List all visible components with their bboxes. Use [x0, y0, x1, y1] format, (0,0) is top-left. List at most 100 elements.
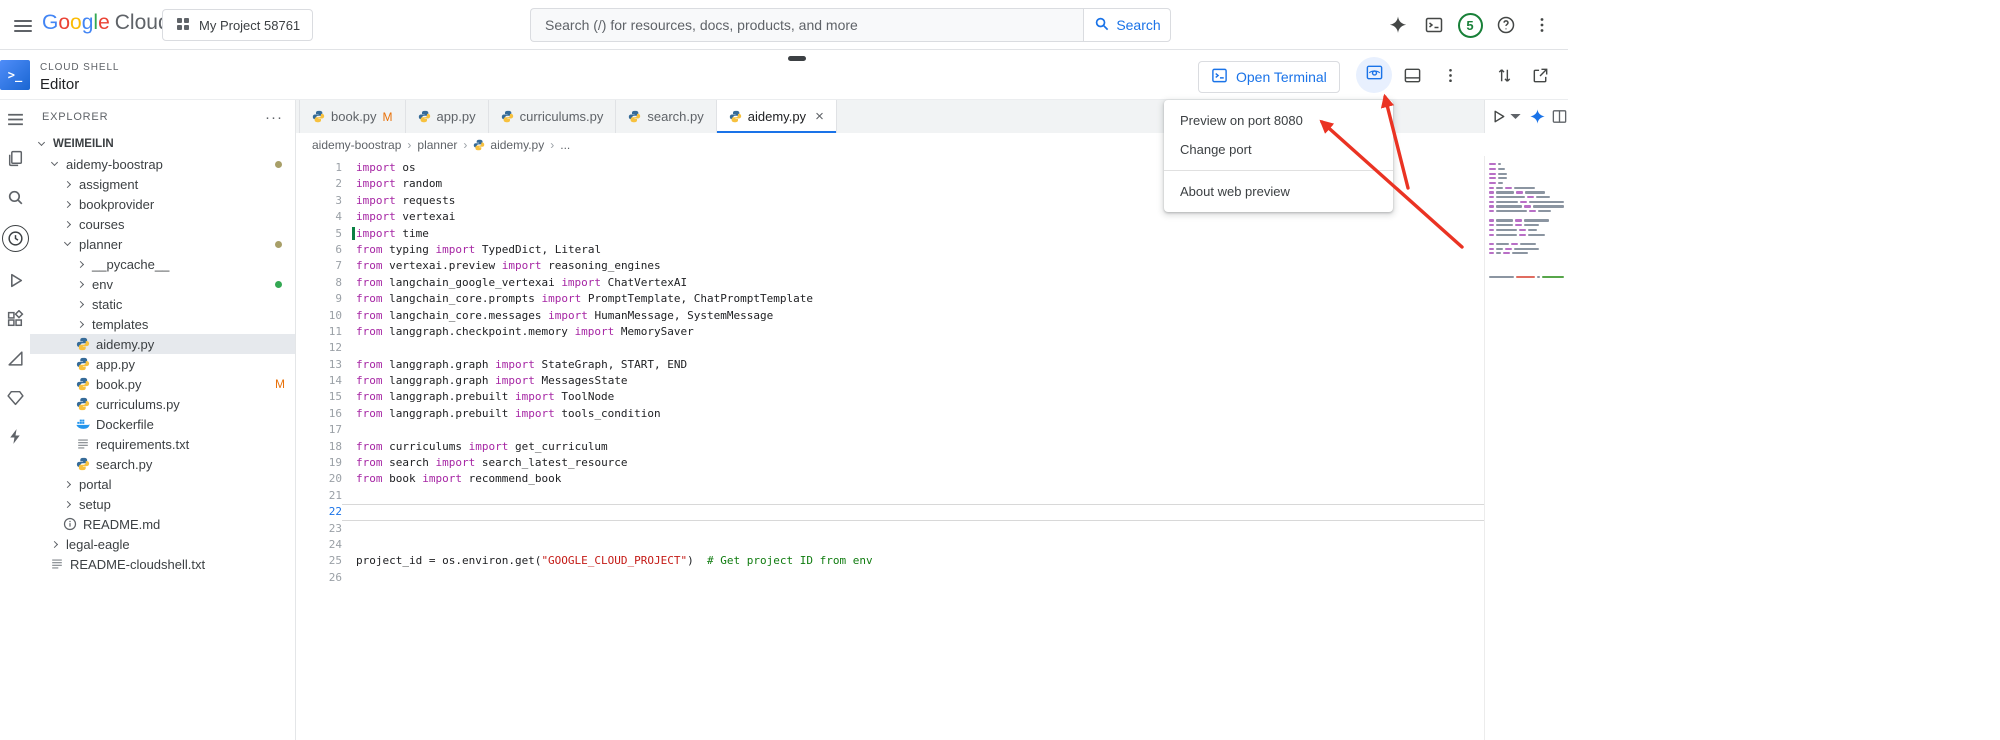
- tree-item-aidemy-py[interactable]: aidemy.py: [30, 334, 295, 354]
- search-button[interactable]: Search: [1083, 8, 1171, 42]
- code-line[interactable]: from langchain_core.prompts import Promp…: [356, 291, 1484, 307]
- code-line[interactable]: from langgraph.checkpoint.memory import …: [356, 324, 1484, 340]
- code-content[interactable]: import osimport randomimport requestsimp…: [356, 160, 1484, 586]
- code-editor[interactable]: 1234567891011121314151617181920212223242…: [296, 156, 1568, 740]
- tree-item-planner[interactable]: planner: [30, 234, 295, 254]
- code-line[interactable]: [356, 521, 1484, 537]
- split-editor-icon[interactable]: [1551, 108, 1568, 125]
- tab-book-py[interactable]: book.pyM: [299, 100, 406, 133]
- code-line[interactable]: from curriculums import get_curriculum: [356, 439, 1484, 455]
- panel-drag-handle[interactable]: [788, 56, 806, 61]
- open-in-new-icon[interactable]: [1528, 63, 1552, 87]
- code-line[interactable]: from langgraph.graph import StateGraph, …: [356, 357, 1484, 373]
- code-line[interactable]: from book import recommend_book: [356, 471, 1484, 487]
- breadcrumb-item[interactable]: planner: [417, 138, 457, 152]
- extensions-icon[interactable]: [4, 308, 26, 330]
- tree-item-label: portal: [79, 477, 112, 492]
- tab-label: curriculums.py: [520, 109, 604, 124]
- tree-item-app-py[interactable]: app.py: [30, 354, 295, 374]
- history-icon[interactable]: [2, 225, 29, 252]
- gemini-sparkle-icon[interactable]: [1380, 7, 1416, 43]
- google-logo-letters: Google: [42, 11, 110, 35]
- more-options-icon[interactable]: [1524, 7, 1560, 43]
- code-line[interactable]: [356, 340, 1484, 356]
- tree-item-weimeilin[interactable]: WEIMEILIN: [30, 134, 295, 154]
- tree-item-label: app.py: [96, 357, 135, 372]
- code-line[interactable]: [356, 570, 1484, 586]
- tree-item-requirements-txt[interactable]: requirements.txt: [30, 434, 295, 454]
- tree-item-label: planner: [79, 237, 122, 252]
- help-icon[interactable]: [1488, 7, 1524, 43]
- tree-item-readme-md[interactable]: README.md: [30, 514, 295, 534]
- breadcrumb-item[interactable]: aidemy-boostrap: [312, 138, 401, 152]
- window-panel-icon[interactable]: [1400, 63, 1424, 87]
- credits-badge[interactable]: 5: [1452, 7, 1488, 43]
- code-line[interactable]: project_id = os.environ.get("GOOGLE_CLOU…: [356, 553, 1484, 569]
- tab-app-py[interactable]: app.py: [406, 100, 489, 133]
- minimap[interactable]: [1484, 156, 1568, 740]
- tab-search-py[interactable]: search.py: [616, 100, 716, 133]
- web-preview-button[interactable]: [1356, 57, 1392, 93]
- code-line[interactable]: from langchain_core.messages import Huma…: [356, 308, 1484, 324]
- explorer-more-icon[interactable]: ···: [265, 109, 283, 126]
- tree-item-bookprovider[interactable]: bookprovider: [30, 194, 295, 214]
- menu-icon[interactable]: [4, 108, 26, 130]
- tree-item-search-py[interactable]: search.py: [30, 454, 295, 474]
- tree-item-aidemy-boostrap[interactable]: aidemy-boostrap: [30, 154, 295, 174]
- tree-item-book-py[interactable]: book.pyM: [30, 374, 295, 394]
- breadcrumb-separator: ›: [463, 138, 467, 152]
- project-selector[interactable]: My Project 58761: [162, 9, 313, 41]
- code-line[interactable]: from search import search_latest_resourc…: [356, 455, 1484, 471]
- tree-item-env[interactable]: env: [30, 274, 295, 294]
- code-line[interactable]: [356, 422, 1484, 438]
- code-line[interactable]: from langgraph.graph import MessagesStat…: [356, 373, 1484, 389]
- menu-item-about-web-preview[interactable]: About web preview: [1164, 177, 1393, 206]
- flash-icon[interactable]: [4, 425, 26, 447]
- code-line[interactable]: [356, 488, 1484, 504]
- code-line[interactable]: from vertexai.preview import reasoning_e…: [356, 258, 1484, 274]
- more-vert-icon[interactable]: [1438, 63, 1462, 87]
- run-file-button[interactable]: [1490, 108, 1524, 125]
- breadcrumb-item[interactable]: aidemy.py: [473, 138, 544, 152]
- ruler-icon[interactable]: [4, 347, 26, 369]
- files-icon[interactable]: [4, 147, 26, 169]
- python-file-icon: [76, 397, 90, 411]
- code-line[interactable]: from langchain_google_vertexai import Ch…: [356, 275, 1484, 291]
- code-line[interactable]: import time: [356, 226, 1484, 242]
- code-line[interactable]: from langgraph.prebuilt import ToolNode: [356, 389, 1484, 405]
- breadcrumb-item[interactable]: ...: [560, 138, 570, 152]
- tree-item--pycache-[interactable]: __pycache__: [30, 254, 295, 274]
- swap-vertical-icon[interactable]: [1492, 63, 1516, 87]
- tree-item-static[interactable]: static: [30, 294, 295, 314]
- tree-item-legal-eagle[interactable]: legal-eagle: [30, 534, 295, 554]
- file-tree: WEIMEILINaidemy-boostrapassigmentbookpro…: [30, 134, 295, 574]
- tree-item-readme-cloudshell-txt[interactable]: README-cloudshell.txt: [30, 554, 295, 574]
- tab-curriculums-py[interactable]: curriculums.py: [489, 100, 617, 133]
- open-terminal-button[interactable]: Open Terminal: [1198, 61, 1340, 93]
- gemini-code-assist-icon[interactable]: [1529, 108, 1546, 125]
- search-icon[interactable]: [4, 186, 26, 208]
- run-icon[interactable]: [4, 269, 26, 291]
- menu-item-preview-on-port-8080[interactable]: Preview on port 8080: [1164, 106, 1393, 135]
- main-menu-icon[interactable]: [14, 17, 32, 35]
- close-tab-icon[interactable]: ×: [815, 108, 824, 125]
- code-line[interactable]: [356, 537, 1484, 553]
- menu-item-change-port[interactable]: Change port: [1164, 135, 1393, 164]
- console-search: Search: [530, 8, 1171, 42]
- search-input[interactable]: [530, 8, 1083, 42]
- gem-icon[interactable]: [4, 386, 26, 408]
- tree-item-courses[interactable]: courses: [30, 214, 295, 234]
- chevron-right-icon: [64, 200, 71, 207]
- code-line[interactable]: from langgraph.prebuilt import tools_con…: [356, 406, 1484, 422]
- code-line[interactable]: from typing import TypedDict, Literal: [356, 242, 1484, 258]
- project-icon: [175, 16, 191, 35]
- tree-item-portal[interactable]: portal: [30, 474, 295, 494]
- tab-aidemy-py[interactable]: aidemy.py×: [717, 100, 837, 133]
- terminal-icon[interactable]: [1416, 7, 1452, 43]
- tree-item-setup[interactable]: setup: [30, 494, 295, 514]
- tree-item-dockerfile[interactable]: Dockerfile: [30, 414, 295, 434]
- google-cloud-logo[interactable]: Google Cloud: [42, 11, 170, 35]
- tree-item-assigment[interactable]: assigment: [30, 174, 295, 194]
- tree-item-templates[interactable]: templates: [30, 314, 295, 334]
- tree-item-curriculums-py[interactable]: curriculums.py: [30, 394, 295, 414]
